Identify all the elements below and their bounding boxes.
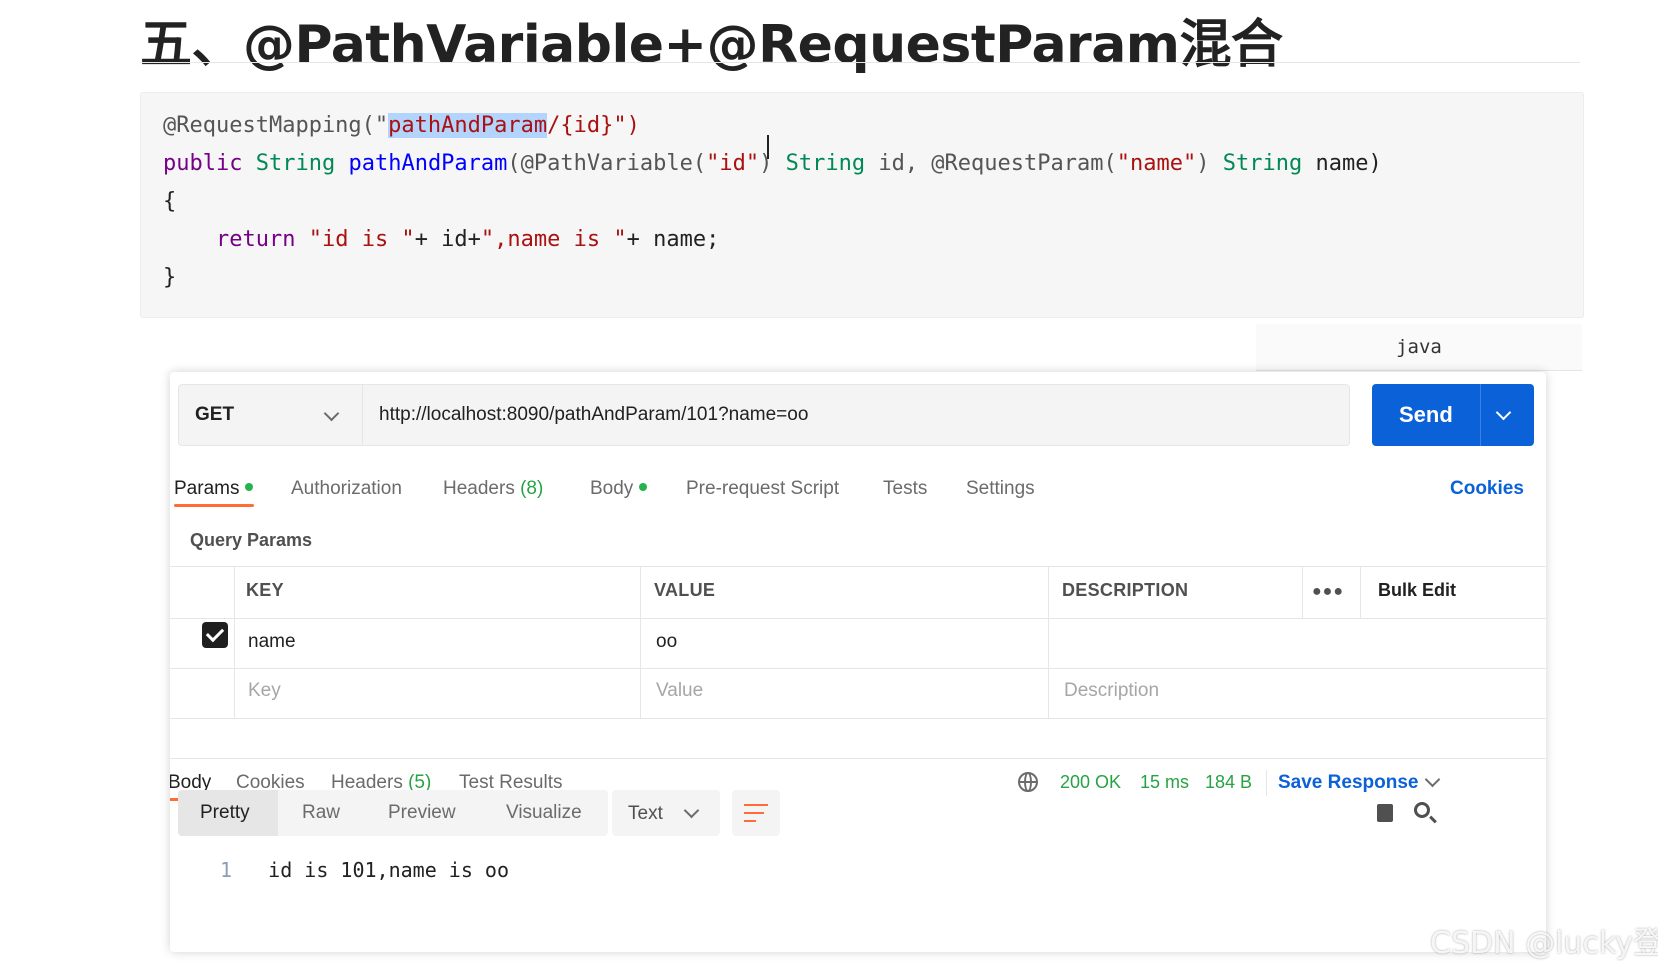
response-size[interactable]: 184 B — [1205, 772, 1252, 793]
chevron-down-icon — [323, 405, 340, 422]
table-divider — [640, 566, 641, 718]
code-line-2: public String pathAndParam(@PathVariable… — [163, 150, 1382, 178]
tab-pre-request-script[interactable]: Pre-request Script — [686, 478, 839, 500]
param-key-cell[interactable]: name — [248, 631, 296, 653]
save-response-button[interactable]: Save Response — [1278, 772, 1418, 794]
table-border — [170, 718, 1546, 719]
code-text: + id+ — [414, 227, 481, 252]
format-select[interactable]: Text — [612, 790, 720, 836]
code-line-1: @RequestMapping("pathAndParam/{id}") — [163, 112, 640, 140]
code-type: String — [1222, 151, 1303, 176]
column-header-key: KEY — [246, 580, 284, 600]
tab-settings[interactable]: Settings — [966, 478, 1035, 500]
table-border — [170, 668, 1546, 669]
save-response-chevron-icon[interactable] — [1424, 771, 1441, 788]
watermark: CSDN @lucky登 — [1430, 926, 1658, 961]
table-divider — [1360, 566, 1361, 618]
query-params-label: Query Params — [190, 530, 313, 550]
view-pretty[interactable]: Pretty — [200, 802, 250, 824]
table-border — [170, 618, 1546, 619]
cookies-link[interactable]: Cookies — [1450, 478, 1524, 500]
table-divider — [1302, 566, 1303, 618]
key-placeholder[interactable]: Key — [248, 680, 281, 702]
status-divider — [1266, 770, 1267, 796]
tab-authorization[interactable]: Authorization — [291, 478, 402, 500]
status-code[interactable]: 200 OK — [1060, 772, 1121, 793]
code-method-name: pathAndParam — [348, 151, 508, 176]
code-path-string: /{id}") — [547, 113, 640, 138]
code-block: @RequestMapping("pathAndParam/{id}") pub… — [140, 92, 1584, 318]
tab-body-label: Body — [590, 478, 634, 499]
table-border — [170, 566, 1546, 567]
tab-headers[interactable]: Headers (8) — [443, 478, 543, 500]
wrap-lines-button[interactable] — [732, 790, 780, 836]
code-text: (@PathVariable( — [507, 151, 707, 176]
param-enabled-checkbox[interactable] — [202, 622, 228, 648]
view-visualize[interactable]: Visualize — [506, 802, 582, 824]
tab-tests[interactable]: Tests — [883, 478, 927, 500]
tab-params-label: Params — [174, 478, 240, 499]
active-tab-indicator — [174, 504, 254, 507]
send-label: Send — [1399, 402, 1453, 427]
wrap-lines-icon — [744, 804, 768, 806]
method-select[interactable]: GET — [178, 384, 362, 446]
table-divider — [1048, 566, 1049, 718]
heading-divider — [140, 62, 1580, 63]
bulk-edit-button[interactable]: Bulk Edit — [1378, 580, 1456, 601]
table-divider — [234, 566, 235, 718]
code-string: "id" — [706, 151, 760, 176]
code-text: ) — [1196, 151, 1223, 176]
view-mode-selector: Pretty Raw Preview Visualize — [178, 790, 608, 836]
url-input[interactable]: http://localhost:8090/pathAndParam/101?n… — [362, 384, 1350, 446]
description-placeholder[interactable]: Description — [1064, 680, 1159, 702]
column-header-description: DESCRIPTION — [1062, 580, 1189, 600]
column-header-value: VALUE — [654, 580, 716, 600]
response-line: 1 id is 101,name is oo — [220, 858, 509, 882]
copy-icon[interactable] — [1372, 799, 1393, 822]
view-preview[interactable]: Preview — [388, 802, 456, 824]
code-type: String — [255, 151, 336, 176]
table-border — [170, 758, 1546, 759]
search-icon[interactable] — [1414, 802, 1430, 818]
code-annotation: @RequestMapping(" — [163, 113, 389, 138]
method-label: GET — [195, 404, 235, 425]
code-string: "id is " — [308, 227, 415, 252]
code-text: name) — [1302, 151, 1382, 176]
code-string: "name" — [1116, 151, 1197, 176]
value-placeholder[interactable]: Value — [656, 680, 703, 702]
code-line-5: } — [163, 265, 177, 290]
tab-params[interactable]: Params — [174, 478, 254, 500]
code-keyword: public — [163, 151, 243, 176]
code-text: ) — [759, 151, 786, 176]
code-type: String — [785, 151, 866, 176]
code-language-label: java — [1256, 324, 1582, 371]
params-dot-icon — [245, 482, 254, 491]
save-response-label: Save Response — [1278, 772, 1419, 793]
format-chevron-icon — [683, 802, 700, 819]
tab-body[interactable]: Body — [590, 478, 648, 500]
send-options-chevron-icon[interactable] — [1495, 404, 1512, 421]
postman-panel: GET http://localhost:8090/pathAndParam/1… — [170, 372, 1546, 952]
param-value-cell[interactable]: oo — [656, 631, 677, 653]
headers-count: (8) — [520, 478, 544, 499]
body-dot-icon — [639, 482, 648, 491]
tab-headers-label: Headers — [443, 478, 515, 499]
more-options-icon[interactable]: ●●● — [1312, 583, 1344, 601]
code-text: + name; — [626, 227, 720, 252]
code-selection: pathAndParam — [388, 113, 548, 138]
response-time[interactable]: 15 ms — [1140, 772, 1189, 793]
code-string: ",name is " — [480, 227, 627, 252]
code-keyword: return — [215, 227, 296, 252]
format-label: Text — [628, 803, 663, 824]
code-text: id, @RequestParam( — [865, 151, 1117, 176]
line-number: 1 — [220, 858, 233, 882]
page-heading: 五、@PathVariable+@RequestParam混合 — [140, 15, 1283, 75]
view-raw[interactable]: Raw — [302, 802, 340, 824]
send-button[interactable]: Send — [1372, 384, 1534, 446]
globe-icon[interactable] — [1018, 772, 1038, 792]
code-line-4: return "id is "+ id+",name is "+ name; — [163, 226, 719, 254]
response-text: id is 101,name is oo — [268, 858, 509, 882]
code-line-3: { — [163, 189, 177, 214]
send-divider — [1480, 384, 1481, 446]
